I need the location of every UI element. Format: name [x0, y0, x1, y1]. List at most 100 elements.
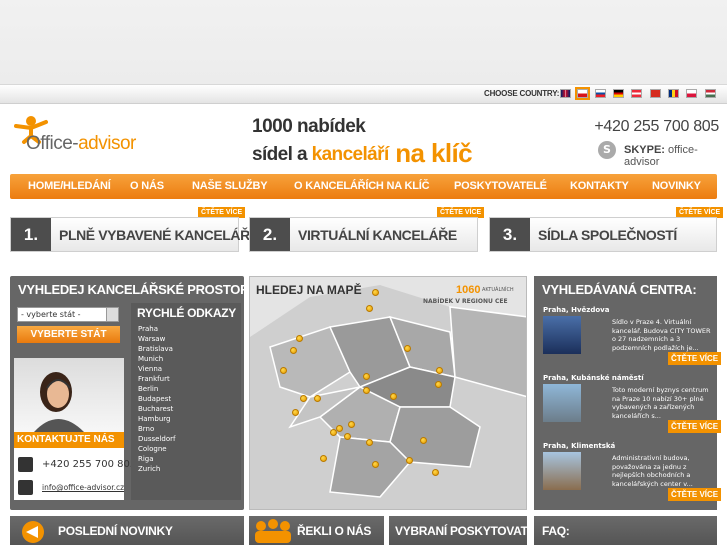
- center-item[interactable]: Praha, Hvězdova Sídlo v Praze 4. Virtuál…: [538, 306, 722, 368]
- cee-map-icon: [250, 277, 526, 509]
- skype-icon[interactable]: S: [598, 141, 616, 159]
- contact-title: KONTAKTUJTE NÁS: [14, 432, 124, 448]
- quick-link[interactable]: Frankfurt: [138, 375, 170, 383]
- map-pin-icon[interactable]: [336, 425, 343, 432]
- center-name[interactable]: Praha, Klimentská: [543, 442, 615, 450]
- de-flag-icon[interactable]: [613, 89, 624, 98]
- quick-link[interactable]: Brno: [138, 425, 154, 433]
- map-pin-icon[interactable]: [314, 395, 321, 402]
- quick-link[interactable]: Bratislava: [138, 345, 173, 353]
- map-pin-icon[interactable]: [390, 393, 397, 400]
- at-flag-icon[interactable]: [631, 89, 642, 98]
- country-select[interactable]: - vyberte stát -: [17, 307, 119, 322]
- pl-flag-icon[interactable]: [686, 89, 697, 98]
- map-pin-icon[interactable]: [363, 387, 370, 394]
- skype-contact[interactable]: SKYPE: office-advisor: [624, 144, 727, 168]
- contact-email[interactable]: info@office-advisor.cz: [42, 483, 124, 492]
- map-pin-icon[interactable]: [330, 429, 337, 436]
- quick-link[interactable]: Dusseldorf: [138, 435, 175, 443]
- center-read-more[interactable]: ČTĚTE VÍCE: [668, 352, 722, 365]
- map-pin-icon[interactable]: [348, 421, 355, 428]
- quick-links-title: RYCHLÉ ODKAZY: [137, 306, 236, 320]
- center-item[interactable]: Praha, Kubánské náměstí Toto moderní byz…: [538, 374, 722, 436]
- map-pin-icon[interactable]: [280, 367, 287, 374]
- ro-flag-icon[interactable]: [668, 89, 679, 98]
- tile-virtual-offices[interactable]: 2. VIRTUÁLNÍ KANCELÁŘE: [249, 217, 478, 252]
- gb-flag-icon[interactable]: [560, 89, 571, 98]
- quick-link[interactable]: Budapest: [138, 395, 171, 403]
- hu-flag-icon[interactable]: [705, 89, 716, 98]
- map-pin-icon[interactable]: [296, 335, 303, 342]
- faq-tab[interactable]: FAQ:: [534, 516, 717, 545]
- center-photo[interactable]: [543, 384, 581, 422]
- nav-news[interactable]: NOVINKY: [652, 180, 701, 192]
- home-icon: [18, 480, 33, 495]
- quick-link[interactable]: Praha: [138, 325, 158, 333]
- center-name[interactable]: Praha, Kubánské náměstí: [543, 374, 644, 382]
- tile-furnished-offices[interactable]: 1. PLNĚ VYBAVENÉ KANCELÁŘE: [10, 217, 259, 252]
- latest-news-tab[interactable]: POSLEDNÍ NOVINKY: [10, 516, 244, 545]
- ch-flag-icon[interactable]: [650, 89, 661, 98]
- map-pin-icon[interactable]: [432, 469, 439, 476]
- sk-flag-icon[interactable]: [595, 89, 606, 98]
- center-photo[interactable]: [543, 316, 581, 354]
- nav-home[interactable]: HOME/HLEDÁNÍ: [28, 180, 111, 192]
- center-desc: Administrativní budova, považována za je…: [612, 454, 693, 488]
- map-pin-icon[interactable]: [363, 373, 370, 380]
- map-pin-icon[interactable]: [436, 367, 443, 374]
- map-subtitle: NABÍDEK V REGIONU CEE: [423, 298, 508, 305]
- quick-link[interactable]: Hamburg: [138, 415, 170, 423]
- map-pin-icon[interactable]: [344, 433, 351, 440]
- nav-about[interactable]: O NÁS: [130, 180, 164, 192]
- nav-offices[interactable]: O KANCELÁŘÍCH NA KLÍČ: [294, 180, 430, 192]
- nav-contacts[interactable]: KONTAKTY: [570, 180, 629, 192]
- map-pin-icon[interactable]: [435, 381, 442, 388]
- quick-link[interactable]: Warsaw: [138, 335, 165, 343]
- quick-link[interactable]: Bucharest: [138, 405, 173, 413]
- center-photo[interactable]: [543, 452, 581, 490]
- quick-link[interactable]: Vienna: [138, 365, 162, 373]
- map-pin-icon[interactable]: [290, 347, 297, 354]
- tile-title: VIRTUÁLNÍ KANCELÁŘE: [298, 227, 457, 243]
- nav-services[interactable]: NAŠE SLUŽBY: [192, 180, 268, 192]
- center-read-more[interactable]: ČTĚTE VÍCE: [668, 488, 722, 501]
- selected-providers-tab[interactable]: VYBRANÍ POSKYTOVATELÉ: [389, 516, 550, 545]
- tile-company-seats[interactable]: 3. SÍDLA SPOLEČNOSTÍ: [489, 217, 717, 252]
- header-phone: +420 255 700 805: [594, 118, 719, 135]
- map-count: 1060: [456, 284, 481, 296]
- operator-icon: [34, 372, 84, 432]
- map-pin-icon[interactable]: [320, 455, 327, 462]
- quick-link[interactable]: Zurich: [138, 465, 160, 473]
- slogan-line2: sídel a kanceláří na klíč: [252, 138, 473, 168]
- map-pin-icon[interactable]: [300, 395, 307, 402]
- chevron-down-icon: [106, 308, 118, 321]
- map-pin-icon[interactable]: [420, 437, 427, 444]
- testimonials-tab[interactable]: ŘEKLI O NÁS: [249, 516, 384, 545]
- map-pin-icon[interactable]: [406, 457, 413, 464]
- contact-phone: +420 255 700 805: [42, 459, 137, 470]
- center-read-more[interactable]: ČTĚTE VÍCE: [668, 420, 722, 433]
- map-pin-icon[interactable]: [366, 305, 373, 312]
- centers-title: VYHLEDÁVANÁ CENTRA:: [542, 282, 697, 297]
- map-pin-icon[interactable]: [366, 439, 373, 446]
- map-count-label: AKTUÁLNÍCH: [482, 287, 514, 293]
- map-pin-icon[interactable]: [372, 461, 379, 468]
- tile-title: PLNĚ VYBAVENÉ KANCELÁŘE: [59, 227, 259, 243]
- map-pin-icon[interactable]: [372, 289, 379, 296]
- quick-link[interactable]: Cologne: [138, 445, 167, 453]
- center-name[interactable]: Praha, Hvězdova: [543, 306, 609, 314]
- centers-panel: VYHLEDÁVANÁ CENTRA: Praha, Hvězdova Sídl…: [534, 276, 722, 510]
- center-item[interactable]: Praha, Klimentská Administrativní budova…: [538, 442, 722, 504]
- top-band: [0, 0, 727, 84]
- selected-providers-label: VYBRANÍ POSKYTOVATELÉ: [395, 524, 551, 538]
- nav-providers[interactable]: POSKYTOVATELÉ: [454, 180, 547, 192]
- quick-link[interactable]: Berlin: [138, 385, 158, 393]
- quick-link[interactable]: Riga: [138, 455, 154, 463]
- map-panel[interactable]: HLEDEJ NA MAPĚ 1060 AKTUÁLNÍCH NABÍDEK V…: [249, 276, 527, 510]
- cz-flag-icon[interactable]: [575, 87, 590, 100]
- map-pin-icon[interactable]: [292, 409, 299, 416]
- map-pin-icon[interactable]: [404, 345, 411, 352]
- slogan-line1: 1000 nabídek: [252, 116, 366, 137]
- quick-link[interactable]: Munich: [138, 355, 163, 363]
- select-country-button[interactable]: VYBERTE STÁT: [17, 326, 120, 343]
